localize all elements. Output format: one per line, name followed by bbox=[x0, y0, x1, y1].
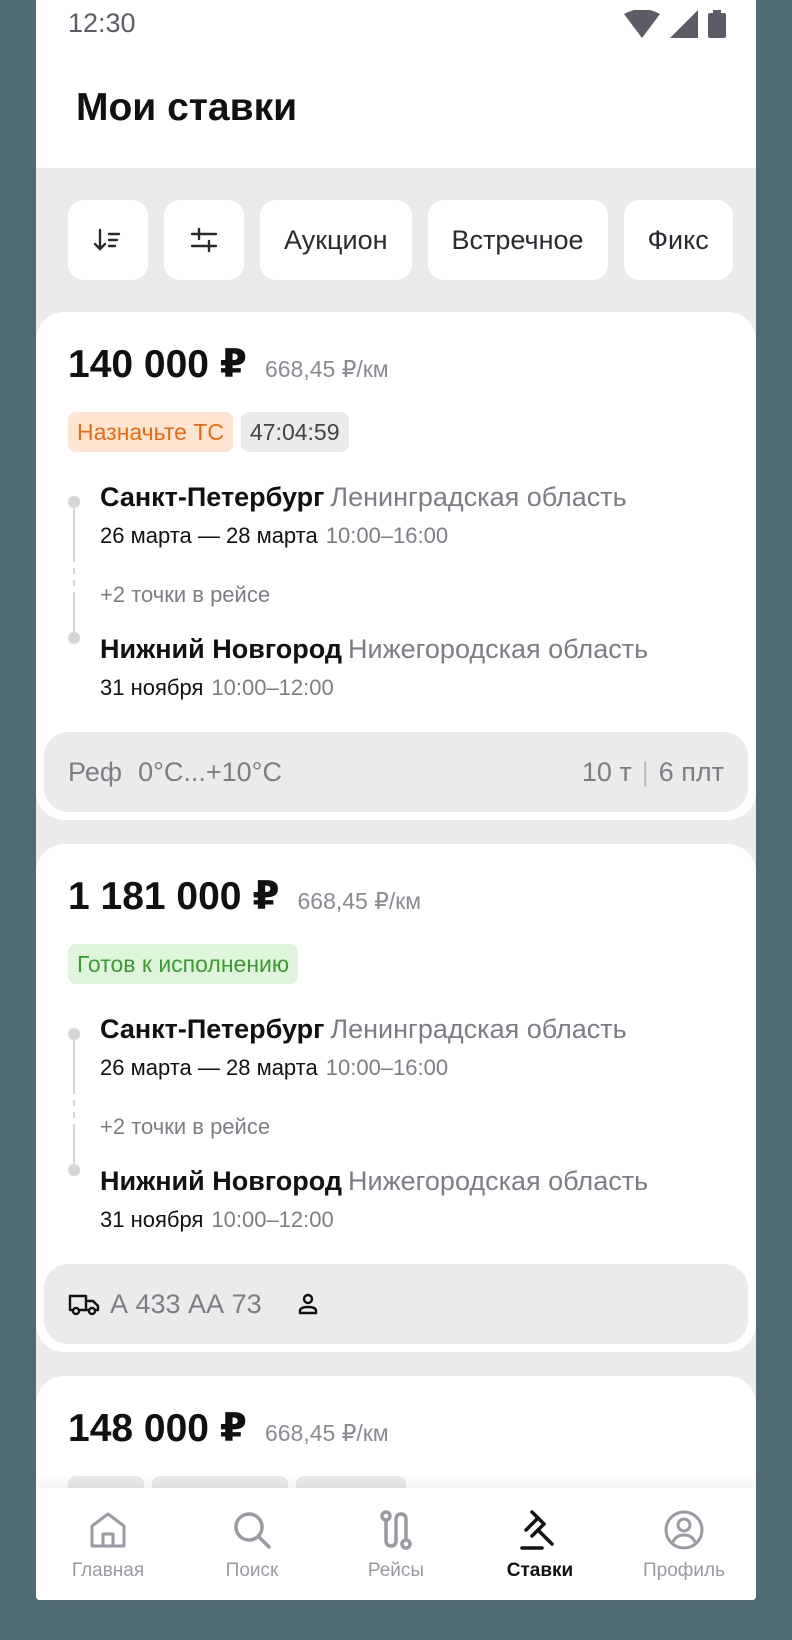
price-row: 148 000 ₽ 668,45 ₽/км bbox=[68, 1406, 389, 1451]
origin-city: Санкт-Петербург bbox=[100, 1014, 325, 1044]
cargo-weight: 10 т bbox=[581, 756, 632, 787]
profile-icon bbox=[664, 1510, 704, 1550]
price-per-km: 668,45 ₽/км bbox=[264, 1420, 389, 1446]
cellular-icon bbox=[670, 10, 698, 38]
bid-price: 1 181 000 ₽ bbox=[68, 875, 280, 918]
filter-chip-counter[interactable]: Встречное bbox=[427, 200, 608, 280]
vehicle-plate: А 433 АА 73 bbox=[110, 1288, 262, 1319]
search-icon bbox=[234, 1512, 271, 1549]
gavel-icon bbox=[520, 1510, 554, 1550]
destination-date: 31 ноября bbox=[100, 1207, 204, 1232]
filter-settings-button[interactable] bbox=[164, 200, 244, 280]
vehicle-info-bar: А 433 АА 73 bbox=[44, 1264, 748, 1344]
destination-region: Нижегородская область bbox=[348, 634, 649, 664]
filter-chip-fixed[interactable]: Фикс bbox=[623, 200, 733, 280]
home-icon bbox=[90, 1512, 126, 1548]
nav-label: Рейсы bbox=[367, 1560, 425, 1581]
destination-region: Нижегородская область bbox=[348, 1166, 649, 1196]
separator: | bbox=[641, 756, 649, 787]
route-icon bbox=[380, 1510, 412, 1550]
destination-city: Нижний Новгород bbox=[100, 1166, 342, 1196]
bottom-nav: Главная Поиск Рейсы Ставки Профиль bbox=[36, 1488, 756, 1600]
cargo-info-bar: Реф 0°C...+10°C 10 т | 6 плт bbox=[44, 732, 748, 812]
origin-date: 26 марта — 28 марта bbox=[100, 523, 318, 548]
filter-bar: Аукцион Встречное Фикс bbox=[68, 200, 733, 280]
destination-city: Нижний Новгород bbox=[100, 634, 342, 664]
price-row: 1 181 000 ₽ 668,45 ₽/км bbox=[68, 874, 421, 919]
price-per-km: 668,45 ₽/км bbox=[264, 356, 389, 382]
battery-icon bbox=[708, 10, 726, 38]
cargo-pallets: 6 плт bbox=[658, 756, 724, 787]
nav-item-search[interactable]: Поиск bbox=[180, 1488, 324, 1600]
route-destination: Нижний Новгород Нижегородская область 31 … bbox=[100, 634, 648, 701]
extra-points: +2 точки в рейсе bbox=[100, 582, 271, 607]
route-origin: Санкт-Петербург Ленинградская область 26 … bbox=[100, 1014, 627, 1081]
page-title: Мои ставки bbox=[76, 86, 298, 129]
nav-label: Профиль bbox=[642, 1560, 726, 1581]
nav-item-routes[interactable]: Рейсы bbox=[324, 1488, 468, 1600]
vehicle-type: Реф bbox=[68, 756, 123, 787]
price-row: 140 000 ₽ 668,45 ₽/км bbox=[68, 342, 389, 387]
nav-item-profile[interactable]: Профиль bbox=[612, 1488, 756, 1600]
temperature-range: 0°C...+10°C bbox=[138, 756, 282, 787]
sliders-icon bbox=[190, 227, 218, 253]
origin-time: 10:00–16:00 bbox=[325, 523, 449, 548]
nav-label: Ставки bbox=[506, 1560, 574, 1581]
sort-button[interactable] bbox=[68, 200, 148, 280]
status-bar: 12:30 bbox=[36, 0, 756, 50]
extra-points: +2 точки в рейсе bbox=[100, 1114, 271, 1139]
nav-item-home[interactable]: Главная bbox=[36, 1488, 180, 1600]
route: Санкт-Петербург Ленинградская область 26 … bbox=[68, 482, 728, 712]
driver-icon bbox=[298, 1293, 317, 1315]
route-origin: Санкт-Петербург Ленинградская область 26 … bbox=[100, 482, 627, 549]
timer-badge: 47:04:59 bbox=[240, 412, 349, 452]
status-badges: Назначьте ТС 47:04:59 bbox=[68, 412, 349, 452]
origin-region: Ленинградская область bbox=[330, 482, 627, 512]
destination-date: 31 ноября bbox=[100, 675, 204, 700]
status-icons bbox=[624, 10, 726, 38]
status-badge: Готов к исполнению bbox=[68, 944, 299, 984]
sort-icon bbox=[93, 228, 121, 251]
route: Санкт-Петербург Ленинградская область 26 … bbox=[68, 1014, 728, 1244]
truck-icon bbox=[68, 1294, 100, 1316]
phone-screen: 12:30 Мои ставки Аукцион Встречное Фикс bbox=[36, 0, 756, 1600]
price-per-km: 668,45 ₽/км bbox=[297, 888, 422, 914]
bid-price: 140 000 ₽ bbox=[68, 343, 247, 386]
bid-card[interactable]: 1 181 000 ₽ 668,45 ₽/км Готов к исполнен… bbox=[36, 844, 756, 1352]
filter-chip-auction[interactable]: Аукцион bbox=[260, 200, 412, 280]
destination-time: 10:00–12:00 bbox=[211, 1207, 334, 1232]
destination-time: 10:00–12:00 bbox=[211, 675, 334, 700]
nav-item-bids[interactable]: Ставки bbox=[468, 1488, 612, 1600]
origin-time: 10:00–16:00 bbox=[325, 1055, 449, 1080]
status-badge: Назначьте ТС bbox=[68, 412, 233, 452]
origin-date: 26 марта — 28 марта bbox=[100, 1055, 318, 1080]
nav-label: Поиск bbox=[225, 1560, 279, 1581]
nav-label: Главная bbox=[71, 1560, 145, 1581]
origin-region: Ленинградская область bbox=[330, 1014, 627, 1044]
origin-city: Санкт-Петербург bbox=[100, 482, 325, 512]
status-badges: Готов к исполнению bbox=[68, 944, 299, 984]
route-destination: Нижний Новгород Нижегородская область 31 … bbox=[100, 1166, 648, 1233]
bid-price: 148 000 ₽ bbox=[68, 1407, 247, 1450]
bid-card[interactable]: 140 000 ₽ 668,45 ₽/км Назначьте ТС 47:04… bbox=[36, 312, 756, 820]
header: Мои ставки bbox=[36, 50, 756, 168]
status-time: 12:30 bbox=[68, 8, 136, 38]
wifi-icon bbox=[624, 10, 660, 38]
